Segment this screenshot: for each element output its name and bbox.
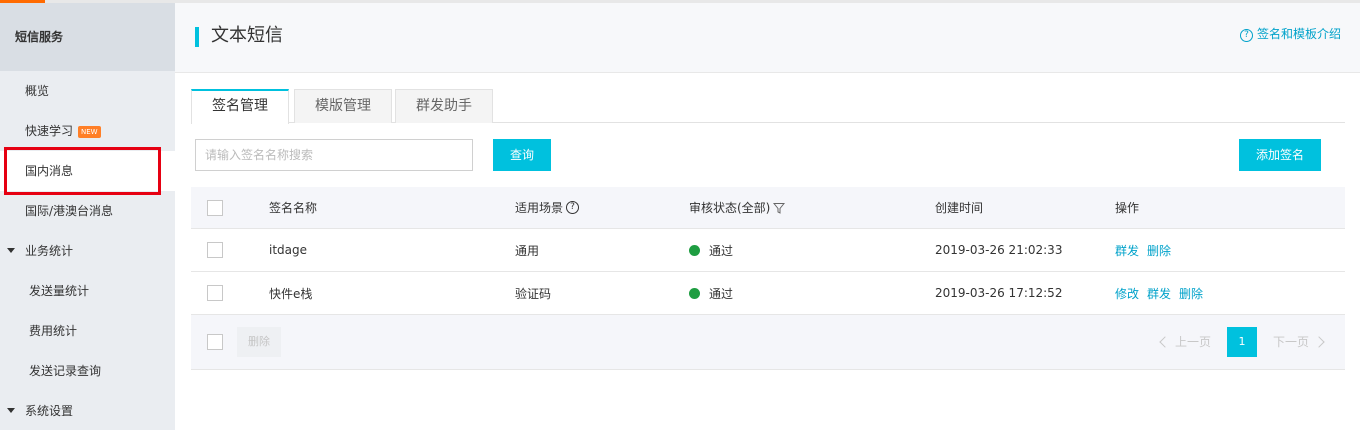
signature-name: 快件e栈 [269,286,313,301]
created-time: 2019-03-26 17:12:52 [935,286,1063,300]
help-icon: ? [1239,29,1253,42]
caret-down-icon [7,248,15,253]
filter-icon[interactable] [773,202,786,214]
title-accent-bar [195,27,199,47]
edit-link[interactable]: 修改 [1115,285,1139,302]
signature-scene: 通用 [515,243,540,258]
bulk-send-link[interactable]: 群发 [1147,285,1171,302]
prev-page-button[interactable]: 上一页 [1159,327,1212,357]
table-row: itdage 通用 通过 2019-03-26 21:02:33 群发 删除 [191,229,1345,272]
status-label: 通过 [709,286,734,301]
select-all-checkbox[interactable] [207,199,223,216]
sidebar-item-label: 业务统计 [25,244,74,258]
sidebar-item-label: 概览 [25,84,50,98]
page-header: 文本短信 ? 签名和模板介绍 [175,3,1360,73]
help-link[interactable]: ? 签名和模板介绍 [1239,25,1341,43]
status-success-icon [689,287,700,299]
status-label: 通过 [709,243,734,258]
question-icon[interactable]: ? [566,201,580,214]
select-all-checkbox-cell [207,187,223,228]
new-badge: NEW [78,126,101,138]
column-header-scene: 适用场景? [515,187,580,228]
next-page-label: 下一页 [1273,335,1310,349]
row-checkbox-cell [207,229,223,271]
row-checkbox-cell [207,272,223,314]
column-header-label: 适用场景 [515,201,564,215]
table-header: 签名名称 适用场景? 审核状态(全部) 创建时间 操作 [191,187,1345,229]
bulk-send-link[interactable]: 群发 [1115,242,1139,259]
review-status: 通过 [689,229,733,271]
sidebar-item-label: 发送记录查询 [29,364,102,378]
tab-template-management[interactable]: 模版管理 [294,89,392,123]
main-content: 文本短信 ?签名和模板介绍 签名管理 模版管理 群发助手 查询 添加签名 签名名… [175,3,1360,430]
tab-bar: 签名管理 模版管理 群发助手 [191,89,1345,124]
page-number-1[interactable]: 1 [1227,327,1257,357]
column-header-label: 审核状态(全部) [689,201,771,215]
table-footer: 删除 上一页 1 下一页 [191,315,1345,370]
row-checkbox[interactable] [207,285,223,301]
sidebar-title: 短信服务 [0,3,175,71]
sidebar-item-international-messages[interactable]: 国际/港澳台消息 [0,191,175,231]
chevron-right-icon [1313,336,1325,348]
created-time: 2019-03-26 21:02:33 [935,243,1063,257]
table-row: 快件e栈 验证码 通过 2019-03-26 17:12:52 修改 群发 删除 [191,272,1345,315]
column-header-name: 签名名称 [269,201,318,215]
delete-link[interactable]: 删除 [1147,242,1171,259]
sidebar-item-label: 快速学习 [25,124,74,138]
sidebar-item-cost-stats[interactable]: 费用统计 [0,311,175,351]
help-link-label: 签名和模板介绍 [1256,27,1341,41]
row-actions: 修改 群发 删除 [1115,272,1211,314]
column-header-actions: 操作 [1115,201,1140,215]
signature-scene: 验证码 [515,286,552,301]
sidebar-group-business-stats[interactable]: 业务统计 [0,231,175,271]
sidebar: 短信服务 概览 快速学习 NEW 国内消息 国际/港澳台消息 业务统计 发送量统计… [0,3,175,430]
page-title: 文本短信 [211,25,283,46]
sidebar-item-label: 系统设置 [25,404,74,418]
status-success-icon [689,244,700,256]
sidebar-item-label: 国际/港澳台消息 [25,204,114,218]
sidebar-item-send-records[interactable]: 发送记录查询 [0,351,175,391]
tab-bulk-send-assistant[interactable]: 群发助手 [395,89,493,123]
next-page-button[interactable]: 下一页 [1273,327,1325,357]
prev-page-label: 上一页 [1175,335,1212,349]
add-signature-button[interactable]: 添加签名 [1239,139,1321,171]
delete-link[interactable]: 删除 [1179,285,1203,302]
row-checkbox[interactable] [207,242,223,258]
batch-delete-button[interactable]: 删除 [237,327,281,357]
sidebar-item-send-volume-stats[interactable]: 发送量统计 [0,271,175,311]
row-actions: 群发 删除 [1115,229,1179,271]
sidebar-item-label: 发送量统计 [29,284,90,298]
sidebar-item-overview[interactable]: 概览 [0,71,175,111]
signature-name: itdage [269,243,308,257]
sidebar-group-system-settings[interactable]: 系统设置 [0,391,175,431]
column-header-created: 创建时间 [935,201,984,215]
search-button[interactable]: 查询 [493,139,551,171]
column-header-status[interactable]: 审核状态(全部) [689,187,786,228]
highlight-box [4,147,161,195]
signature-table: 签名名称 适用场景? 审核状态(全部) 创建时间 操作 itdage 通用 通过… [191,187,1345,370]
caret-down-icon [7,408,15,413]
sidebar-item-label: 费用统计 [29,324,78,338]
footer-checkbox-cell [207,315,223,369]
sidebar-item-quick-learn[interactable]: 快速学习 NEW [0,111,175,151]
footer-select-all-checkbox[interactable] [207,334,223,350]
review-status: 通过 [689,272,733,314]
chevron-left-icon [1159,336,1171,348]
signature-search-input[interactable] [195,139,473,171]
tab-signature-management[interactable]: 签名管理 [191,89,289,124]
